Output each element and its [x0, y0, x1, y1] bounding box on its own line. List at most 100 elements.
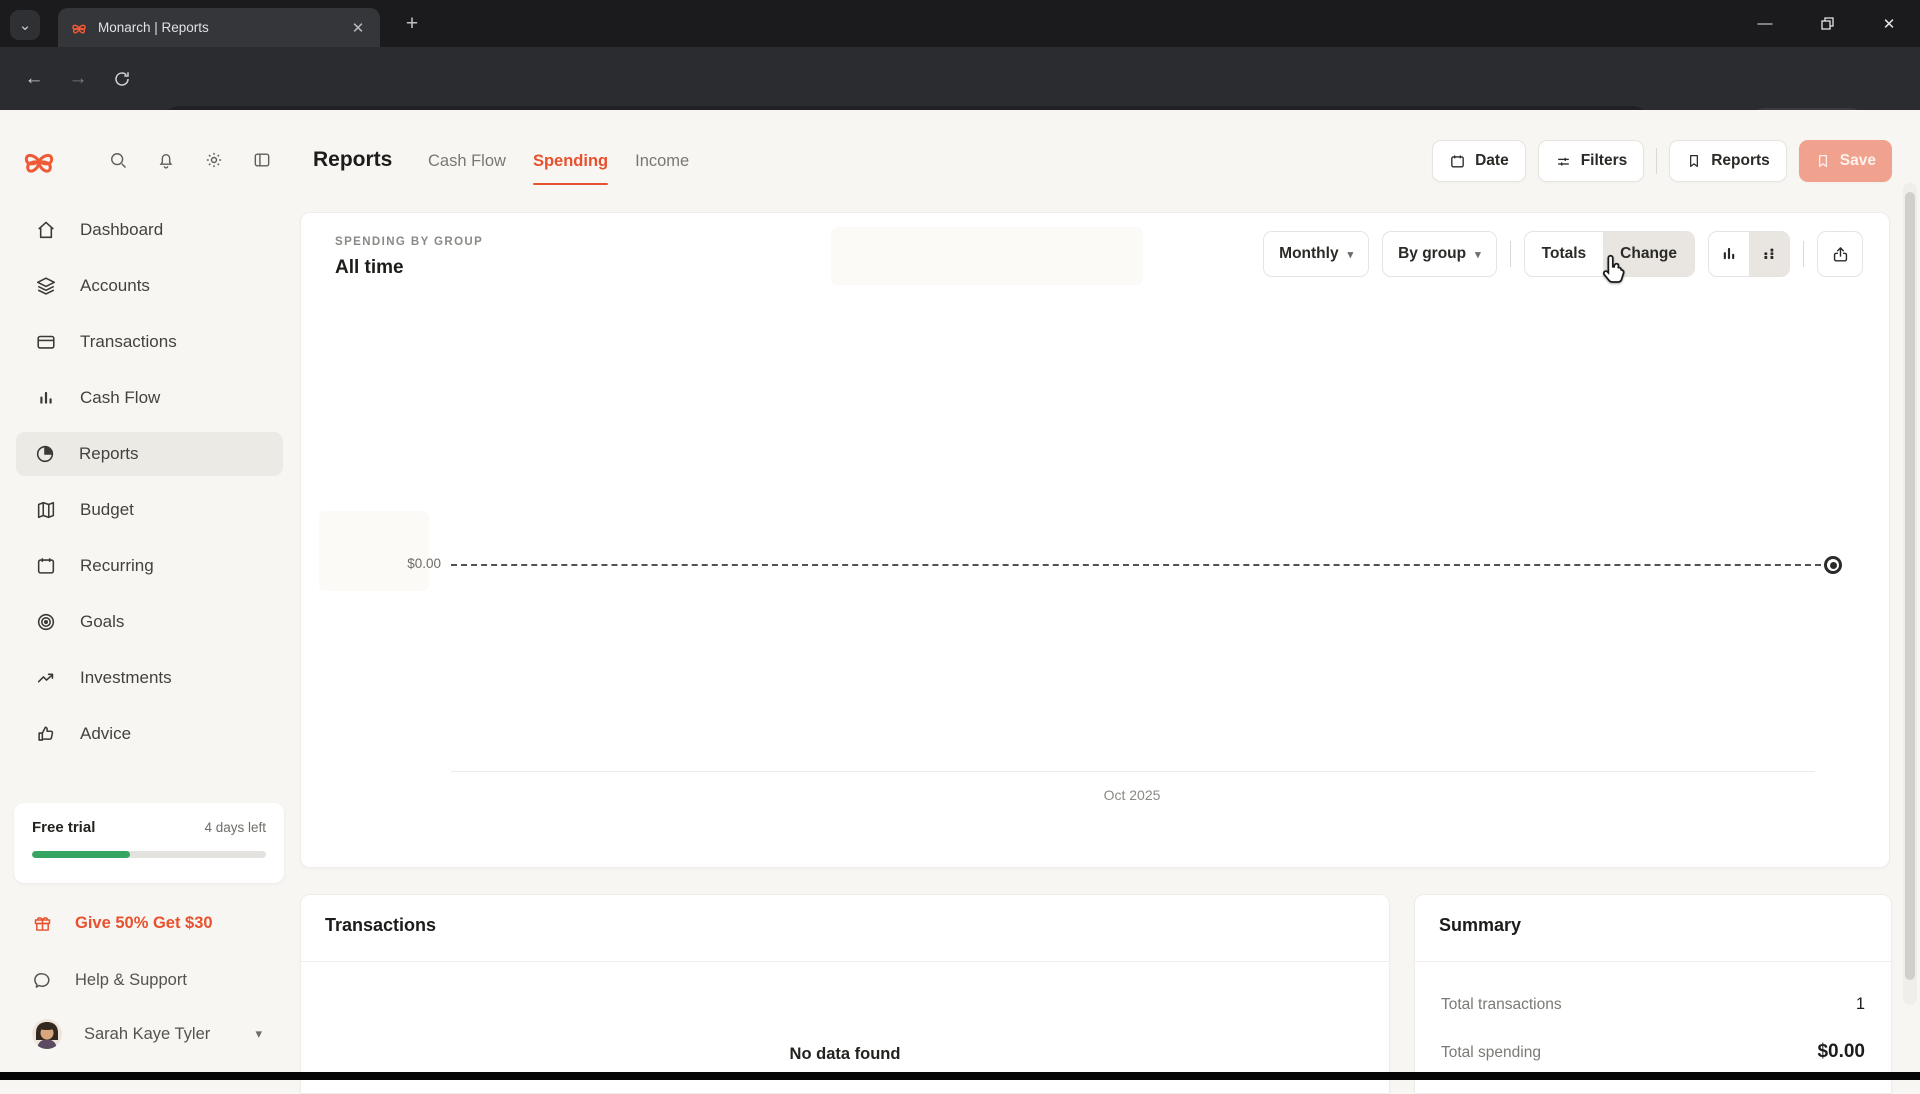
- sidebar-item-label: Budget: [80, 500, 134, 520]
- chart-title: All time: [335, 257, 404, 279]
- avatar: [32, 1019, 62, 1049]
- x-axis-line: [451, 771, 1815, 772]
- sidebar-item-reports[interactable]: Reports: [16, 432, 283, 476]
- summary-row-label: Total spending: [1441, 1044, 1541, 1062]
- map-icon: [35, 499, 57, 521]
- loading-skeleton: [319, 511, 429, 591]
- tab-spending[interactable]: Spending: [533, 152, 608, 183]
- spending-chart-card: SPENDING BY GROUP All time Monthly ▾ By …: [300, 212, 1890, 868]
- header-actions: Date Filters Reports Save: [1432, 140, 1892, 182]
- summary-panel: Summary Total transactions 1 Total spend…: [1414, 894, 1892, 1094]
- browser-tabstrip: ⌄ Monarch | Reports ✕ + — ✕: [0, 0, 1920, 47]
- tab-cash-flow[interactable]: Cash Flow: [428, 152, 506, 183]
- timeframe-select[interactable]: Monthly ▾: [1263, 231, 1369, 277]
- gift-icon: [32, 913, 53, 934]
- sidebar-item-label: Advice: [80, 724, 131, 744]
- window-close-button[interactable]: ✕: [1858, 0, 1920, 47]
- user-menu[interactable]: Sarah Kaye Tyler ▾: [0, 1012, 284, 1056]
- date-button-label: Date: [1475, 152, 1509, 170]
- tab-search-button[interactable]: ⌄: [10, 10, 40, 40]
- notifications-bell-icon[interactable]: [156, 150, 176, 170]
- sidebar-item-label: Goals: [80, 612, 124, 632]
- user-name: Sarah Kaye Tyler: [84, 1025, 210, 1044]
- segment-totals[interactable]: Totals: [1525, 232, 1604, 276]
- monarch-favicon: [70, 19, 88, 37]
- calendar-icon: [35, 555, 57, 577]
- settings-gear-icon[interactable]: [204, 150, 224, 170]
- sidebar-item-cash-flow[interactable]: Cash Flow: [1, 370, 283, 426]
- target-icon: [35, 611, 57, 633]
- pie-chart-icon: [34, 443, 56, 465]
- sidebar-toggle-icon[interactable]: [252, 150, 272, 170]
- y-axis-zero-label: $0.00: [301, 556, 441, 571]
- reports-button[interactable]: Reports: [1669, 140, 1787, 182]
- sidebar-item-transactions[interactable]: Transactions: [1, 314, 283, 370]
- save-button[interactable]: Save: [1799, 140, 1892, 182]
- referral-label: Give 50% Get $30: [75, 914, 213, 933]
- browser-tab[interactable]: Monarch | Reports ✕: [58, 8, 380, 47]
- sidebar-item-label: Investments: [80, 668, 172, 688]
- date-button[interactable]: Date: [1432, 140, 1526, 182]
- help-support-label: Help & Support: [75, 971, 187, 990]
- sidebar-item-dashboard[interactable]: Dashboard: [1, 202, 283, 258]
- forward-button[interactable]: →: [64, 65, 92, 93]
- export-button[interactable]: [1817, 231, 1863, 277]
- divider: [1510, 241, 1511, 267]
- stacked-bars-chart-icon[interactable]: [1749, 232, 1789, 276]
- window-restore-button[interactable]: [1796, 0, 1858, 47]
- page-scrollbar[interactable]: [1903, 183, 1917, 1005]
- sidebar: Dashboard Accounts Transactions Cash Flo…: [0, 110, 284, 1080]
- chart-end-marker[interactable]: [1824, 556, 1842, 574]
- timeframe-select-value: Monthly: [1279, 245, 1338, 263]
- page-title: Reports: [313, 148, 392, 172]
- sidebar-item-accounts[interactable]: Accounts: [1, 258, 283, 314]
- bar-chart-icon: [35, 387, 57, 409]
- sidebar-item-investments[interactable]: Investments: [1, 650, 283, 706]
- sidebar-item-budget[interactable]: Budget: [1, 482, 283, 538]
- trend-up-icon: [35, 667, 57, 689]
- save-button-label: Save: [1840, 152, 1876, 170]
- new-tab-button[interactable]: +: [398, 10, 426, 38]
- grouped-bars-chart-icon[interactable]: [1709, 232, 1749, 276]
- sidebar-item-recurring[interactable]: Recurring: [1, 538, 283, 594]
- back-button[interactable]: ←: [20, 65, 48, 93]
- groupby-select-value: By group: [1398, 245, 1466, 263]
- free-trial-progress-track: [32, 851, 266, 858]
- sidebar-item-label: Cash Flow: [80, 388, 160, 408]
- x-axis-tick-label: Oct 2025: [1072, 787, 1192, 803]
- chevron-down-icon: ▾: [1475, 248, 1481, 261]
- free-trial-progress-fill: [32, 851, 130, 858]
- divider: [1803, 241, 1804, 267]
- monarch-logo-icon[interactable]: [20, 142, 58, 180]
- groupby-select[interactable]: By group ▾: [1382, 231, 1497, 277]
- filters-button[interactable]: Filters: [1538, 140, 1645, 182]
- transactions-panel: Transactions No data found: [300, 894, 1390, 1094]
- mouse-cursor-hand: [1596, 250, 1634, 288]
- sidebar-nav: Dashboard Accounts Transactions Cash Flo…: [0, 202, 284, 762]
- tab-income[interactable]: Income: [635, 152, 689, 183]
- divider: [1415, 961, 1891, 962]
- home-icon: [35, 219, 57, 241]
- scrollbar-thumb[interactable]: [1905, 192, 1915, 980]
- sidebar-item-label: Dashboard: [80, 220, 163, 240]
- referral-link[interactable]: Give 50% Get $30: [0, 901, 284, 945]
- sidebar-item-label: Reports: [79, 444, 139, 464]
- tab-close-icon[interactable]: ✕: [348, 18, 368, 38]
- calendar-icon: [1449, 153, 1466, 170]
- sidebar-item-goals[interactable]: Goals: [1, 594, 283, 650]
- chat-icon: [32, 970, 53, 991]
- search-icon[interactable]: [108, 150, 128, 170]
- reload-button[interactable]: [108, 65, 136, 93]
- free-trial-days-left: 4 days left: [204, 820, 266, 835]
- sidebar-item-label: Transactions: [80, 332, 177, 352]
- help-support-link[interactable]: Help & Support: [0, 958, 284, 1002]
- window-minimize-button[interactable]: —: [1734, 0, 1796, 47]
- tab-title: Monarch | Reports: [98, 20, 348, 35]
- screen-edge: [0, 1072, 1920, 1080]
- transactions-title: Transactions: [325, 915, 436, 936]
- summary-row-total-spending: Total spending $0.00: [1441, 1041, 1865, 1063]
- sidebar-item-advice[interactable]: Advice: [1, 706, 283, 762]
- thumbs-up-icon: [35, 723, 57, 745]
- no-data-message: No data found: [301, 1045, 1389, 1064]
- summary-row-label: Total transactions: [1441, 996, 1562, 1014]
